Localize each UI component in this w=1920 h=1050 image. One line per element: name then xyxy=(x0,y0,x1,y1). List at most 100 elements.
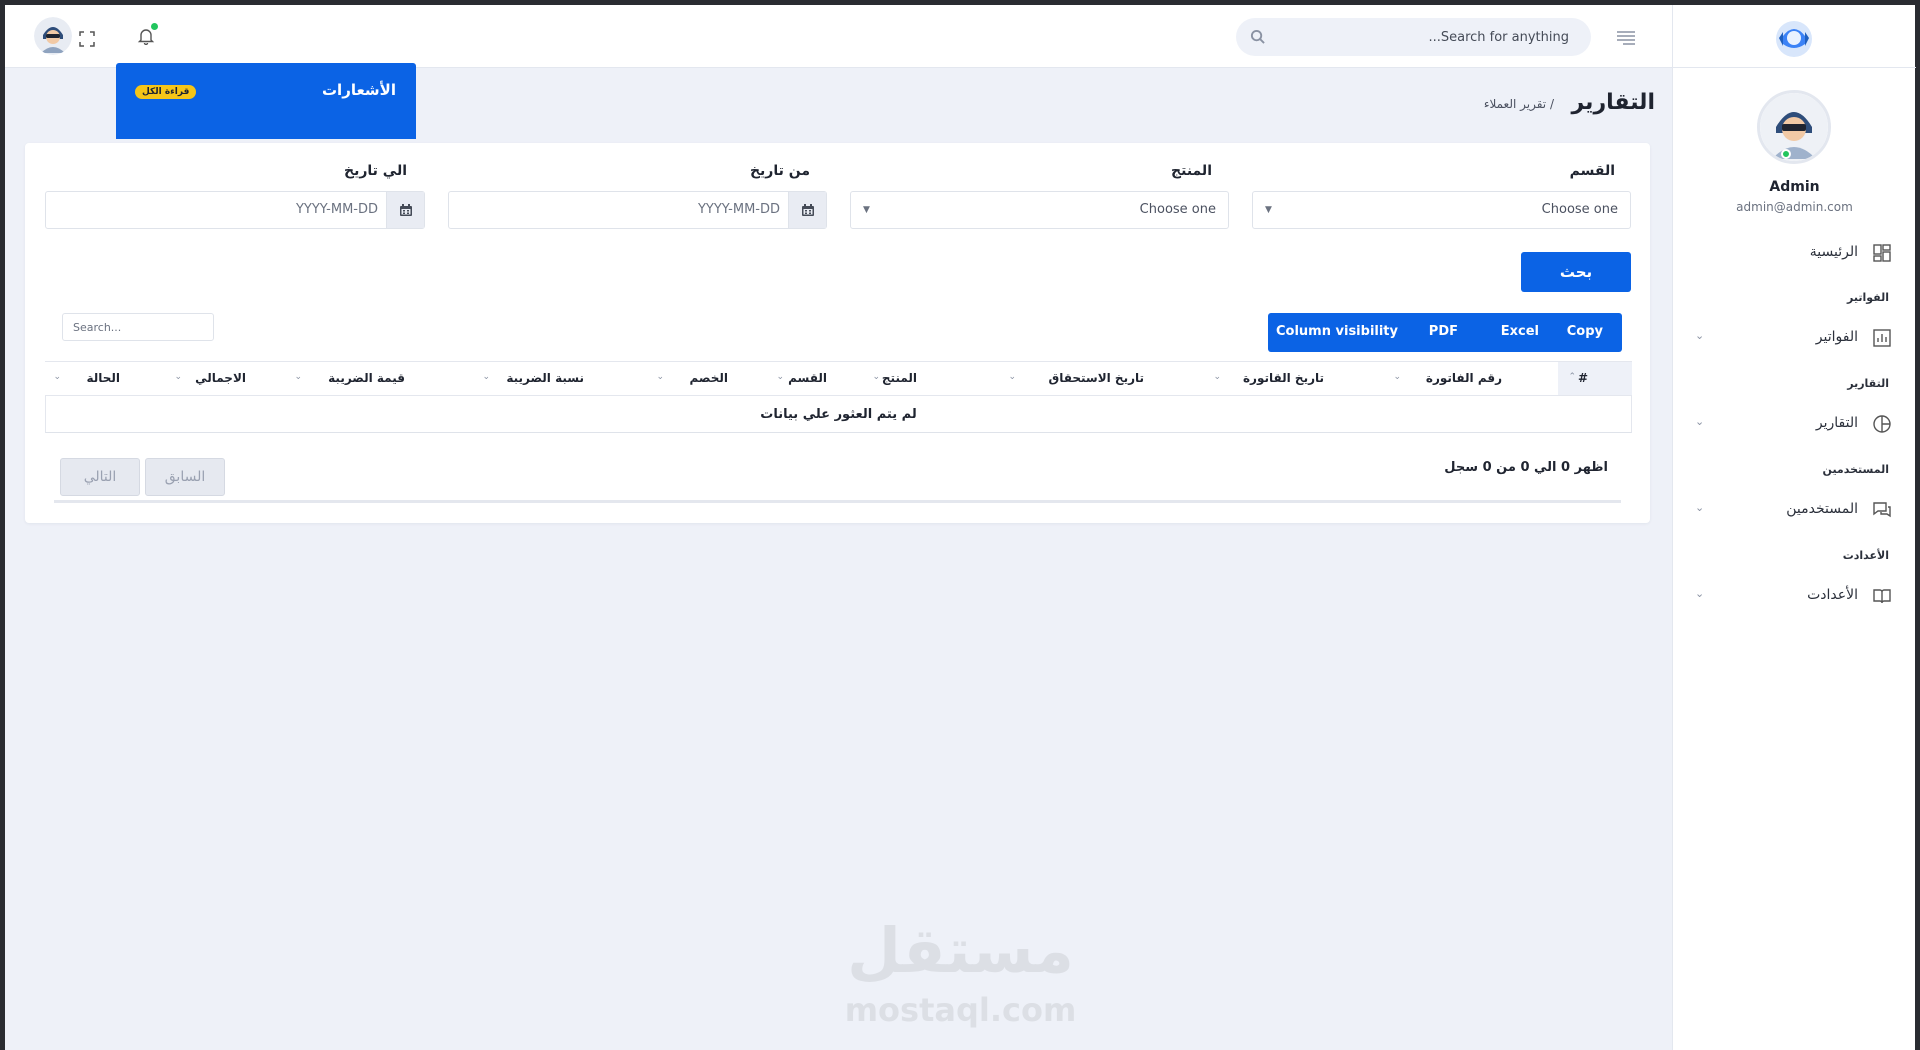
sort-icon: ⌄ xyxy=(872,372,880,382)
table-search-input[interactable] xyxy=(63,314,213,340)
product-select[interactable]: Choose one ▼ xyxy=(850,191,1229,229)
column-header-due-date[interactable]: تاريخ الاستحقاق xyxy=(1048,371,1144,385)
caret-down-icon: ▼ xyxy=(863,205,870,215)
copy-button[interactable]: Copy xyxy=(1567,324,1603,339)
sort-icon: ⌄ xyxy=(1393,372,1401,382)
watermark-arabic: مستقل xyxy=(847,914,1074,987)
column-header-invoice-date[interactable]: تاريخ القاتورة xyxy=(1243,371,1324,385)
logo-icon[interactable] xyxy=(1773,18,1815,64)
sort-up-icon: ⌃ xyxy=(1568,372,1576,382)
report-card: القسم المنتج من تاريخ الي تاريخ Choose o… xyxy=(25,143,1650,523)
column-header-total[interactable]: الاجمالي xyxy=(195,371,246,385)
product-label: المنتج xyxy=(1171,163,1212,179)
department-select[interactable]: Choose one ▼ xyxy=(1252,191,1631,229)
department-select-value: Choose one xyxy=(1541,202,1618,217)
sidebar-item-home[interactable]: الرئيسية xyxy=(1673,238,1916,268)
global-search[interactable] xyxy=(1236,18,1591,56)
profile-avatar-icon xyxy=(1760,93,1828,161)
sidebar-item-label: المستخدمين xyxy=(1786,501,1858,517)
bar-chart-icon xyxy=(1873,329,1891,347)
to-date-field[interactable]: YYYY-MM-DD xyxy=(45,191,425,229)
user-avatar[interactable] xyxy=(34,17,72,55)
calendar-icon[interactable] xyxy=(788,192,826,228)
watermark-latin: mostaql.com xyxy=(844,991,1077,1029)
chevron-down-icon: ⌄ xyxy=(1695,587,1705,600)
sidebar-section-invoices: الفواتير xyxy=(1847,291,1889,304)
column-header-department[interactable]: القسم xyxy=(788,371,827,385)
excel-button[interactable]: Excel xyxy=(1501,324,1539,339)
fullscreen-icon[interactable] xyxy=(77,29,97,49)
sidebar-section-settings: الأعدادت xyxy=(1842,549,1889,562)
sidebar-item-reports[interactable]: التقارير ⌄ xyxy=(1673,409,1916,439)
sort-icon: ⌄ xyxy=(53,372,61,382)
table-header: # ⌃ رقم الفاتورة ⌄ تاريخ القاتورة ⌄ تاري… xyxy=(45,361,1632,396)
top-bar xyxy=(5,5,1672,68)
sidebar-item-label: الفواتير xyxy=(1815,329,1858,345)
previous-page-button[interactable]: السابق xyxy=(145,458,225,496)
column-header-discount[interactable]: الخصم xyxy=(689,371,728,385)
dashboard-icon xyxy=(1873,244,1891,262)
avatar-icon xyxy=(34,17,72,55)
sort-icon: ⌄ xyxy=(294,372,302,382)
sidebar-header xyxy=(1673,5,1916,68)
online-status-dot xyxy=(1781,149,1791,159)
product-select-value: Choose one xyxy=(1139,202,1216,217)
column-visibility-button[interactable]: Column visibility xyxy=(1276,324,1398,339)
window-frame-right xyxy=(1915,0,1920,1050)
user-name: Admin xyxy=(1769,179,1820,195)
column-header-number[interactable]: # xyxy=(1578,371,1588,385)
sidebar-avatar[interactable] xyxy=(1757,90,1831,164)
chevron-down-icon: ⌄ xyxy=(1695,415,1705,428)
sort-icon: ⌄ xyxy=(482,372,490,382)
from-date-field[interactable]: YYYY-MM-DD xyxy=(448,191,827,229)
user-email: admin@admin.com xyxy=(1736,200,1853,214)
department-label: القسم xyxy=(1569,163,1615,179)
page-title: التقارير xyxy=(1571,90,1656,115)
sidebar: Admin admin@admin.com الرئيسية الفواتير … xyxy=(1672,5,1916,1050)
chevron-down-icon: ⌄ xyxy=(1695,329,1705,342)
chat-icon xyxy=(1873,501,1891,519)
column-header-product[interactable]: المنتج xyxy=(882,371,917,385)
read-all-badge[interactable]: قراءة الكل xyxy=(135,85,197,99)
calendar-icon[interactable] xyxy=(386,192,424,228)
global-search-input[interactable] xyxy=(1236,18,1591,56)
window-frame-left xyxy=(0,0,5,1050)
sidebar-item-users[interactable]: المستخدمين ⌄ xyxy=(1673,495,1916,525)
column-header-tax-rate[interactable]: نسبة الضريبة xyxy=(506,371,584,385)
table-info: اظهر 0 الي 0 من 0 سجل xyxy=(1444,460,1608,475)
to-date-placeholder: YYYY-MM-DD xyxy=(295,202,378,217)
breadcrumb[interactable]: / تقرير العملاء xyxy=(1484,97,1554,111)
next-page-button[interactable]: التالي xyxy=(60,458,140,496)
column-header-tax-value[interactable]: قيمة الضريبة xyxy=(328,371,405,385)
chevron-down-icon: ⌄ xyxy=(1695,501,1705,514)
sort-icon: ⌄ xyxy=(174,372,182,382)
table-search[interactable] xyxy=(62,313,214,341)
from-date-placeholder: YYYY-MM-DD xyxy=(697,202,780,217)
column-header-status[interactable]: الحالة xyxy=(86,371,120,385)
from-date-label: من تاريخ xyxy=(749,163,810,179)
column-header-invoice-number[interactable]: رقم الفاتورة xyxy=(1426,371,1502,385)
notifications-dropdown: الأشعارات قراءة الكل xyxy=(116,63,416,139)
table-empty-row: لم يتم العثور علي بيانات xyxy=(45,396,1632,433)
sort-icon: ⌄ xyxy=(656,372,664,382)
to-date-label: الي تاريخ xyxy=(343,163,407,179)
sidebar-item-label: الأعدادت xyxy=(1807,587,1858,603)
sidebar-section-users: المستخدمين xyxy=(1822,463,1889,476)
sidebar-item-invoices[interactable]: الفواتير ⌄ xyxy=(1673,323,1916,353)
horizontal-scrollbar[interactable] xyxy=(54,500,1621,503)
search-button[interactable]: بحث xyxy=(1521,252,1631,292)
sidebar-item-settings[interactable]: الأعدادت ⌄ xyxy=(1673,581,1916,611)
sidebar-item-label: التقارير xyxy=(1815,415,1858,431)
sidebar-section-reports: التقارير xyxy=(1847,377,1889,390)
pie-chart-icon xyxy=(1873,415,1891,433)
sort-icon: ⌄ xyxy=(1008,372,1016,382)
sidebar-item-label: الرئيسية xyxy=(1809,244,1858,260)
menu-toggle-icon[interactable] xyxy=(1616,30,1636,49)
notification-dot xyxy=(151,23,158,30)
caret-down-icon: ▼ xyxy=(1265,205,1272,215)
notifications-title: الأشعارات xyxy=(321,81,396,99)
book-icon xyxy=(1873,587,1891,605)
export-button-group: Copy Excel PDF Column visibility xyxy=(1268,313,1622,352)
pdf-button[interactable]: PDF xyxy=(1429,324,1458,339)
sort-icon: ⌄ xyxy=(776,372,784,382)
